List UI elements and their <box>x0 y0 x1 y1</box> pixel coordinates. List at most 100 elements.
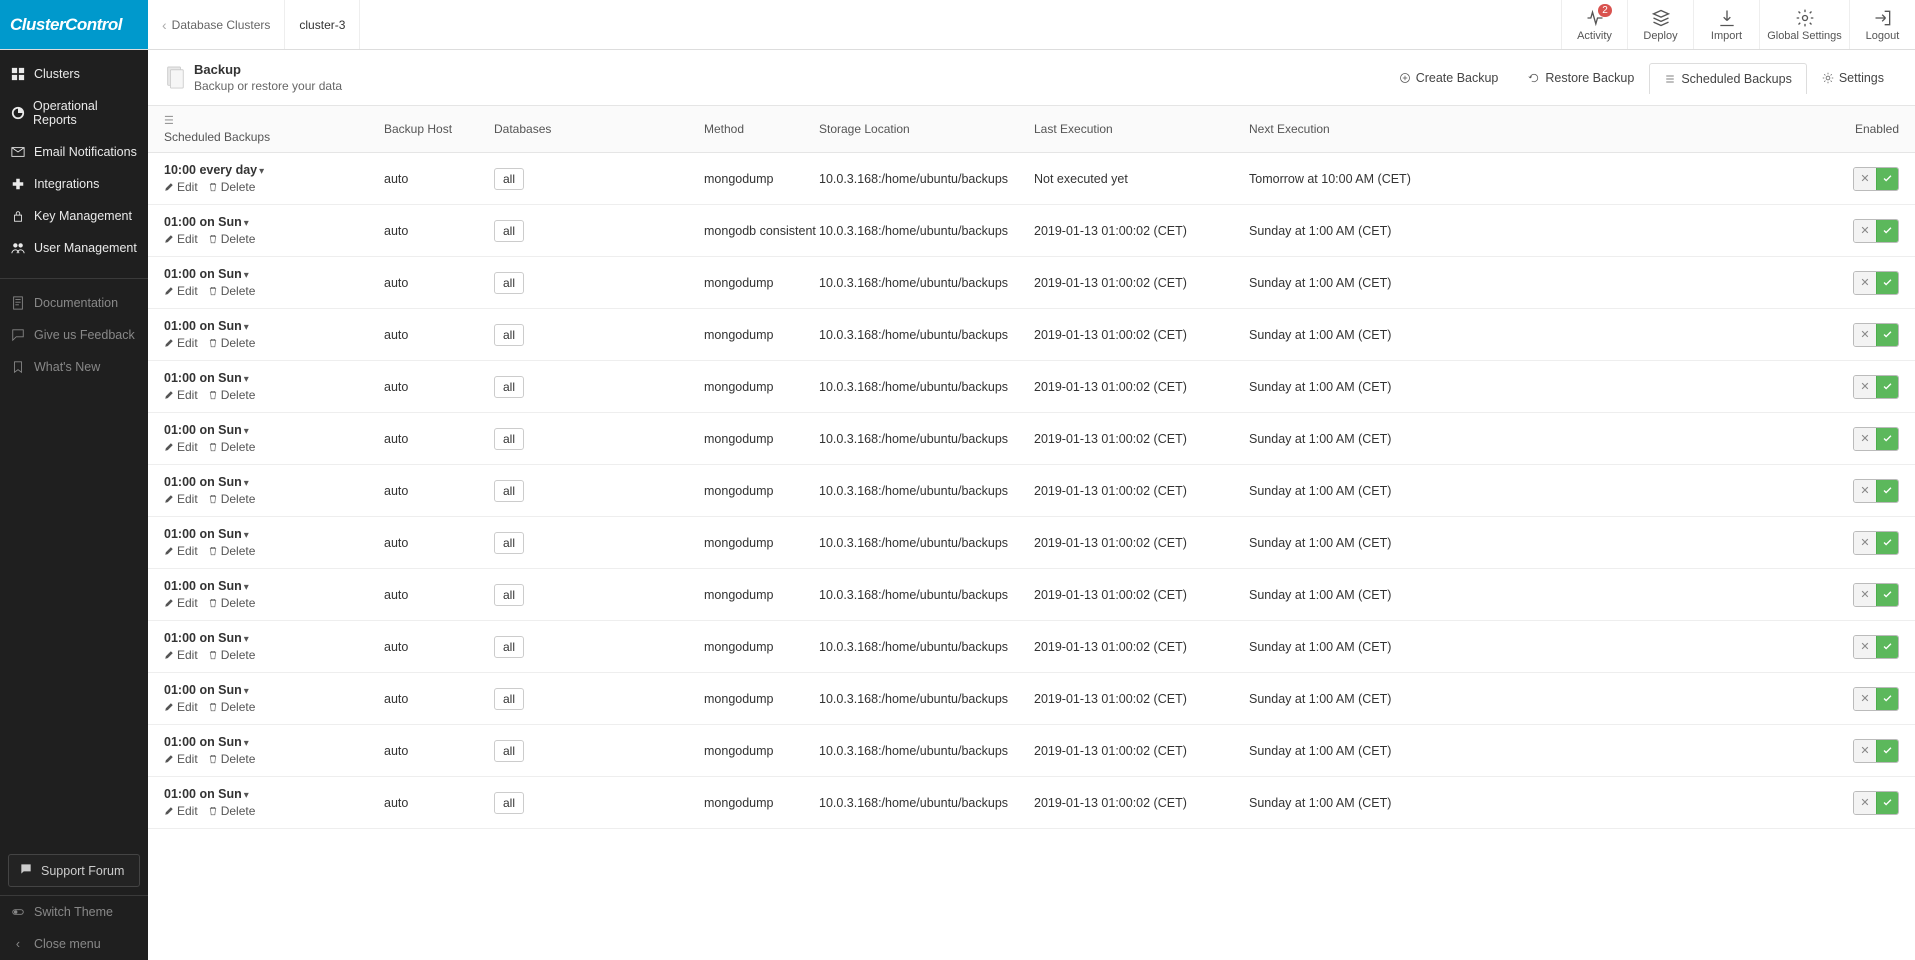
topbar-import[interactable]: Import <box>1693 0 1759 49</box>
sidebar-close-menu[interactable]: ‹ Close menu <box>0 928 148 960</box>
database-chip[interactable]: all <box>494 168 524 190</box>
schedule-dropdown[interactable]: 01:00 on Sun▾ <box>164 319 384 333</box>
toggle-off[interactable]: ✕ <box>1854 740 1876 762</box>
schedule-dropdown[interactable]: 01:00 on Sun▾ <box>164 527 384 541</box>
toggle-on[interactable] <box>1876 584 1898 606</box>
database-chip[interactable]: all <box>494 740 524 762</box>
database-chip[interactable]: all <box>494 376 524 398</box>
delete-button[interactable]: Delete <box>208 492 256 506</box>
edit-button[interactable]: Edit <box>164 596 198 610</box>
schedule-dropdown[interactable]: 01:00 on Sun▾ <box>164 631 384 645</box>
topbar-global-settings[interactable]: Global Settings <box>1759 0 1849 49</box>
database-chip[interactable]: all <box>494 636 524 658</box>
schedule-dropdown[interactable]: 01:00 on Sun▾ <box>164 215 384 229</box>
delete-button[interactable]: Delete <box>208 596 256 610</box>
edit-button[interactable]: Edit <box>164 804 198 818</box>
edit-button[interactable]: Edit <box>164 648 198 662</box>
topbar-deploy[interactable]: Deploy <box>1627 0 1693 49</box>
schedule-dropdown[interactable]: 01:00 on Sun▾ <box>164 371 384 385</box>
edit-button[interactable]: Edit <box>164 336 198 350</box>
toggle-off[interactable]: ✕ <box>1854 324 1876 346</box>
delete-button[interactable]: Delete <box>208 700 256 714</box>
sidebar-item-key-management[interactable]: Key Management <box>0 200 148 232</box>
sidebar-item-give-us-feedback[interactable]: Give us Feedback <box>0 319 148 351</box>
sidebar-item-clusters[interactable]: Clusters <box>0 58 148 90</box>
enabled-toggle[interactable]: ✕ <box>1853 219 1899 243</box>
delete-button[interactable]: Delete <box>208 544 256 558</box>
edit-button[interactable]: Edit <box>164 388 198 402</box>
toggle-on[interactable] <box>1876 480 1898 502</box>
enabled-toggle[interactable]: ✕ <box>1853 583 1899 607</box>
enabled-toggle[interactable]: ✕ <box>1853 479 1899 503</box>
tab-create-backup[interactable]: Create Backup <box>1384 62 1514 93</box>
topbar-logout[interactable]: Logout <box>1849 0 1915 49</box>
toggle-on[interactable] <box>1876 792 1898 814</box>
edit-button[interactable]: Edit <box>164 440 198 454</box>
database-chip[interactable]: all <box>494 272 524 294</box>
delete-button[interactable]: Delete <box>208 440 256 454</box>
sidebar-item-email-notifications[interactable]: Email Notifications <box>0 136 148 168</box>
breadcrumb-back[interactable]: ‹ Database Clusters <box>148 0 285 49</box>
enabled-toggle[interactable]: ✕ <box>1853 271 1899 295</box>
sidebar-item-integrations[interactable]: Integrations <box>0 168 148 200</box>
edit-button[interactable]: Edit <box>164 284 198 298</box>
edit-button[interactable]: Edit <box>164 232 198 246</box>
enabled-toggle[interactable]: ✕ <box>1853 531 1899 555</box>
edit-button[interactable]: Edit <box>164 544 198 558</box>
edit-button[interactable]: Edit <box>164 492 198 506</box>
edit-button[interactable]: Edit <box>164 752 198 766</box>
toggle-off[interactable]: ✕ <box>1854 376 1876 398</box>
sidebar-item-documentation[interactable]: Documentation <box>0 287 148 319</box>
enabled-toggle[interactable]: ✕ <box>1853 739 1899 763</box>
topbar-activity[interactable]: 2 Activity <box>1561 0 1627 49</box>
delete-button[interactable]: Delete <box>208 232 256 246</box>
toggle-on[interactable] <box>1876 636 1898 658</box>
enabled-toggle[interactable]: ✕ <box>1853 791 1899 815</box>
toggle-off[interactable]: ✕ <box>1854 532 1876 554</box>
enabled-toggle[interactable]: ✕ <box>1853 635 1899 659</box>
toggle-off[interactable]: ✕ <box>1854 428 1876 450</box>
delete-button[interactable]: Delete <box>208 804 256 818</box>
database-chip[interactable]: all <box>494 792 524 814</box>
database-chip[interactable]: all <box>494 428 524 450</box>
schedule-dropdown[interactable]: 01:00 on Sun▾ <box>164 475 384 489</box>
edit-button[interactable]: Edit <box>164 700 198 714</box>
toggle-on[interactable] <box>1876 324 1898 346</box>
schedule-dropdown[interactable]: 10:00 every day▾ <box>164 163 384 177</box>
database-chip[interactable]: all <box>494 324 524 346</box>
schedule-dropdown[interactable]: 01:00 on Sun▾ <box>164 579 384 593</box>
toggle-off[interactable]: ✕ <box>1854 584 1876 606</box>
brand-logo[interactable]: ClusterControl <box>0 0 148 49</box>
delete-button[interactable]: Delete <box>208 752 256 766</box>
edit-button[interactable]: Edit <box>164 180 198 194</box>
schedule-dropdown[interactable]: 01:00 on Sun▾ <box>164 735 384 749</box>
sidebar-switch-theme[interactable]: Switch Theme <box>0 896 148 928</box>
tab-settings[interactable]: Settings <box>1807 62 1899 93</box>
toggle-on[interactable] <box>1876 688 1898 710</box>
schedule-dropdown[interactable]: 01:00 on Sun▾ <box>164 683 384 697</box>
toggle-off[interactable]: ✕ <box>1854 168 1876 190</box>
toggle-off[interactable]: ✕ <box>1854 272 1876 294</box>
delete-button[interactable]: Delete <box>208 180 256 194</box>
toggle-off[interactable]: ✕ <box>1854 688 1876 710</box>
database-chip[interactable]: all <box>494 532 524 554</box>
toggle-on[interactable] <box>1876 272 1898 294</box>
enabled-toggle[interactable]: ✕ <box>1853 427 1899 451</box>
sidebar-item-user-management[interactable]: User Management <box>0 232 148 264</box>
toggle-on[interactable] <box>1876 532 1898 554</box>
delete-button[interactable]: Delete <box>208 284 256 298</box>
database-chip[interactable]: all <box>494 688 524 710</box>
database-chip[interactable]: all <box>494 584 524 606</box>
database-chip[interactable]: all <box>494 480 524 502</box>
toggle-on[interactable] <box>1876 168 1898 190</box>
toggle-off[interactable]: ✕ <box>1854 220 1876 242</box>
toggle-on[interactable] <box>1876 428 1898 450</box>
sidebar-support-forum[interactable]: Support Forum <box>8 854 140 887</box>
enabled-toggle[interactable]: ✕ <box>1853 375 1899 399</box>
toggle-off[interactable]: ✕ <box>1854 792 1876 814</box>
tab-restore-backup[interactable]: Restore Backup <box>1513 62 1649 93</box>
schedule-dropdown[interactable]: 01:00 on Sun▾ <box>164 423 384 437</box>
delete-button[interactable]: Delete <box>208 336 256 350</box>
toggle-on[interactable] <box>1876 220 1898 242</box>
tab-scheduled-backups[interactable]: Scheduled Backups <box>1649 63 1807 94</box>
